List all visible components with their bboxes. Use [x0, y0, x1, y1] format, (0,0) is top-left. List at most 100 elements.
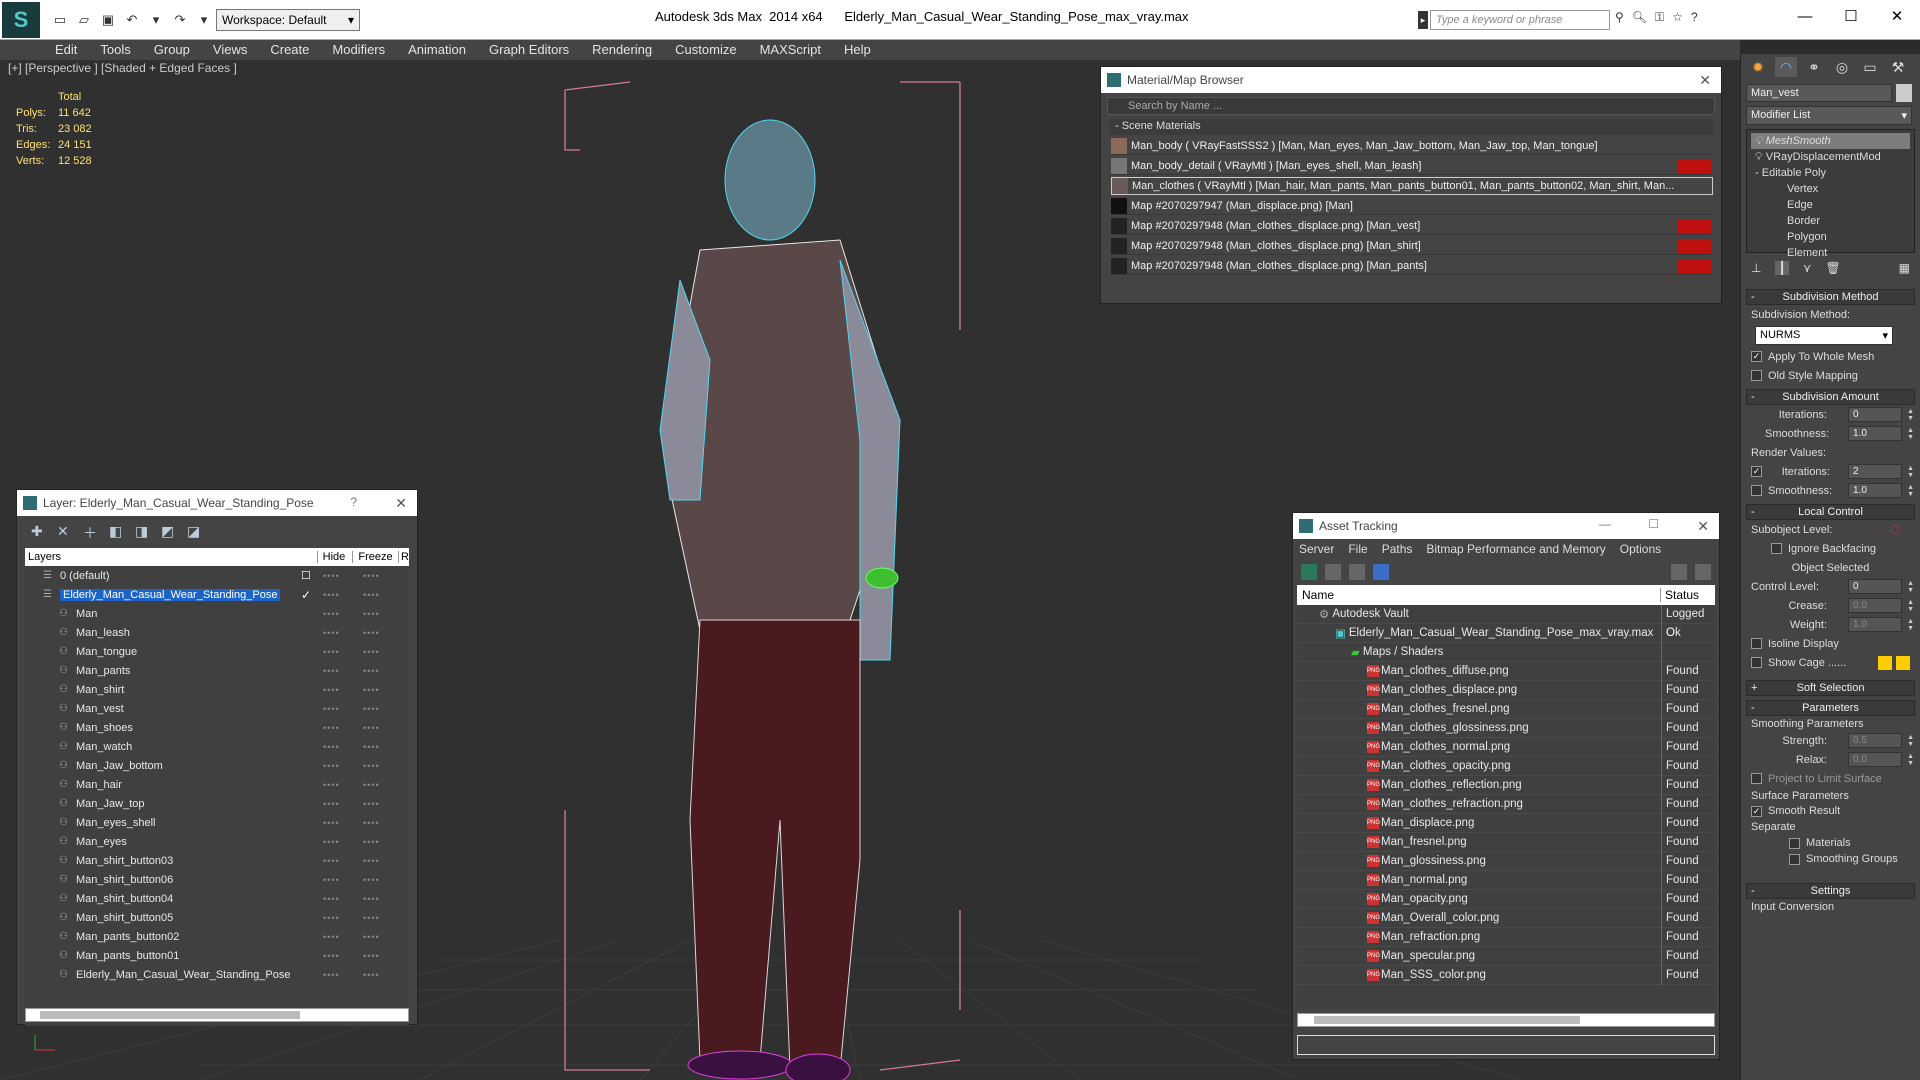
asset-row[interactable]: PNG Man_clothes_opacity.png Found [1297, 756, 1715, 776]
stack-item-meshsmooth[interactable]: 💡︎ MeshSmooth [1751, 133, 1910, 149]
material-row[interactable]: Map #2070297948 (Man_clothes_displace.pn… [1111, 257, 1713, 275]
utilities-tab-icon[interactable]: ⚒ [1887, 57, 1909, 77]
menu-file[interactable]: File [1348, 542, 1367, 556]
control-level-spinner[interactable]: 0 [1848, 579, 1902, 594]
rollout-subdivision-amount[interactable]: - Subdivision Amount [1746, 389, 1915, 405]
menu-server[interactable]: Server [1299, 542, 1334, 556]
close-icon[interactable]: ✕ [395, 495, 407, 512]
asset-row[interactable]: PNG Man_clothes_displace.png Found [1297, 680, 1715, 700]
freeze-toggle[interactable]: •••• [363, 780, 380, 790]
layer-row[interactable]: ⚇ Man_hair •••• •••• [25, 775, 409, 794]
layer-row[interactable]: ⚇ Man_eyes_shell •••• •••• [25, 813, 409, 832]
maximize-icon[interactable]: ☐ [1648, 517, 1659, 531]
layer-row[interactable]: ⚇ Man_eyes •••• •••• [25, 832, 409, 851]
hide-toggle[interactable]: •••• [323, 666, 340, 676]
asset-row[interactable]: PNG Man_clothes_fresnel.png Found [1297, 699, 1715, 719]
layer-row[interactable]: ☰ 0 (default) ☐ •••• •••• [25, 566, 409, 585]
list-view-icon[interactable] [1325, 564, 1341, 580]
material-row[interactable]: Map #2070297947 (Man_displace.png) [Man] [1111, 197, 1713, 215]
pin-stack-icon[interactable]: ⊥ [1751, 261, 1761, 275]
hide-toggle[interactable]: •••• [323, 837, 340, 847]
stack-item-vraydisplacementmod[interactable]: 💡︎ VRayDisplacementMod [1751, 149, 1910, 165]
layer-row[interactable]: ⚇ Man_shirt_button04 •••• •••• [25, 889, 409, 908]
asset-row[interactable]: PNG Man_refraction.png Found [1297, 927, 1715, 947]
material-row[interactable]: Map #2070297948 (Man_clothes_displace.pn… [1111, 237, 1713, 255]
spinner-arrows-icon[interactable]: ▲ ▼ [1907, 484, 1914, 498]
freeze-toggle[interactable]: •••• [363, 818, 380, 828]
layer-row[interactable]: ⚇ Man_Jaw_top •••• •••• [25, 794, 409, 813]
freeze-column[interactable]: Freeze [353, 551, 400, 563]
select-in-layer-icon[interactable]: ◧ [109, 523, 125, 541]
scrollbar-thumb[interactable] [1314, 1016, 1580, 1024]
help-icon[interactable]: ? [1691, 10, 1698, 25]
spinner-arrows-icon[interactable]: ▲ ▼ [1907, 465, 1914, 479]
hide-toggle[interactable]: •••• [323, 913, 340, 923]
freeze-toggle[interactable]: •••• [363, 742, 380, 752]
checkbox[interactable] [1751, 638, 1762, 649]
menu-rendering[interactable]: Rendering [592, 40, 652, 60]
cage-color-swatch[interactable] [1878, 655, 1892, 670]
smoothness-spinner[interactable]: 1.0 [1848, 426, 1902, 441]
layer-row[interactable]: ⚇ Man_vest •••• •••• [25, 699, 409, 718]
checkbox[interactable] [1751, 485, 1762, 496]
asset-row[interactable]: PNG Man_glossiness.png Found [1297, 851, 1715, 871]
hide-toggle[interactable]: •••• [323, 647, 340, 657]
freeze-toggle[interactable]: •••• [363, 932, 380, 942]
hide-toggle[interactable]: •••• [323, 799, 340, 809]
old-style-mapping-checkbox[interactable]: Old Style Mapping [1741, 366, 1920, 385]
subdivision-method-dropdown[interactable]: NURMS ▾ [1755, 326, 1893, 345]
menu-views[interactable]: Views [213, 40, 247, 60]
highlight-selected-icon[interactable]: ◨ [135, 523, 151, 541]
workspace-dropdown[interactable]: Workspace: Default ▾ [216, 9, 360, 31]
lightbulb-icon[interactable]: 💡︎ [1755, 135, 1763, 147]
modify-tab-icon[interactable]: ◠ [1775, 57, 1797, 77]
display-tab-icon[interactable]: ▭ [1859, 57, 1881, 77]
freeze-toggle[interactable]: •••• [363, 666, 380, 676]
menu-create[interactable]: Create [270, 40, 309, 60]
freeze-toggle[interactable]: •••• [363, 970, 380, 980]
layer-row[interactable]: ⚇ Man_shirt •••• •••• [25, 680, 409, 699]
freeze-toggle[interactable]: •••• [363, 837, 380, 847]
menu-maxscript[interactable]: MAXScript [760, 40, 821, 60]
hide-toggle[interactable]: •••• [323, 932, 340, 942]
checkbox[interactable] [1751, 370, 1762, 381]
checkbox-checked[interactable]: ✓ [1751, 466, 1762, 477]
hide-toggle[interactable]: •••• [323, 894, 340, 904]
hide-all-layers-icon[interactable]: ◩ [161, 523, 177, 541]
stack-item-editable-poly[interactable]: - Editable Poly [1751, 165, 1910, 181]
layer-row[interactable]: ⚇ Man_shirt_button06 •••• •••• [25, 870, 409, 889]
hide-toggle[interactable]: •••• [323, 818, 340, 828]
spinner-arrows-icon[interactable]: ▲ ▼ [1907, 408, 1914, 422]
hide-toggle[interactable]: •••• [323, 761, 340, 771]
table-view-icon[interactable] [1373, 564, 1389, 580]
checkbox[interactable] [1771, 543, 1782, 554]
asset-row[interactable]: ▰ Maps / Shaders [1297, 642, 1715, 662]
menu-group[interactable]: Group [154, 40, 190, 60]
checkbox-checked[interactable]: ✓ [1751, 805, 1762, 817]
menu-bitmap-performance[interactable]: Bitmap Performance and Memory [1426, 542, 1605, 556]
hide-toggle[interactable]: •••• [323, 970, 340, 980]
hierarchy-tab-icon[interactable]: ⚭ [1803, 57, 1825, 77]
motion-tab-icon[interactable]: ◎ [1831, 57, 1853, 77]
freeze-toggle[interactable]: •••• [363, 571, 380, 581]
layer-row[interactable]: ⚇ Man_shirt_button03 •••• •••• [25, 851, 409, 870]
layer-row[interactable]: ⚇ Man_watch •••• •••• [25, 737, 409, 756]
vault-help-icon[interactable] [1671, 564, 1687, 580]
spinner-arrows-icon[interactable]: ▲ ▼ [1907, 753, 1914, 767]
menu-modifiers[interactable]: Modifiers [332, 40, 385, 60]
hide-toggle[interactable]: •••• [323, 875, 340, 885]
help-icon[interactable]: ? [350, 495, 357, 509]
freeze-toggle[interactable]: •••• [363, 628, 380, 638]
layer-row[interactable]: ⚇ Man •••• •••• [25, 604, 409, 623]
hide-toggle[interactable]: •••• [323, 609, 340, 619]
material-row[interactable]: Man_body ( VRayFastSSS2 ) [Man, Man_eyes… [1111, 137, 1713, 155]
layer-row[interactable]: ⚇ Man_Jaw_bottom •••• •••• [25, 756, 409, 775]
options-icon[interactable] [1695, 564, 1711, 580]
thumbnail-view-icon[interactable] [1349, 564, 1365, 580]
hide-toggle[interactable]: •••• [323, 590, 340, 600]
freeze-toggle[interactable]: •••• [363, 856, 380, 866]
hide-toggle[interactable]: •••• [323, 628, 340, 638]
freeze-all-layers-icon[interactable]: ◪ [187, 523, 203, 541]
render-iterations-spinner[interactable]: 2 [1848, 464, 1902, 479]
refresh-icon[interactable] [1301, 564, 1317, 580]
